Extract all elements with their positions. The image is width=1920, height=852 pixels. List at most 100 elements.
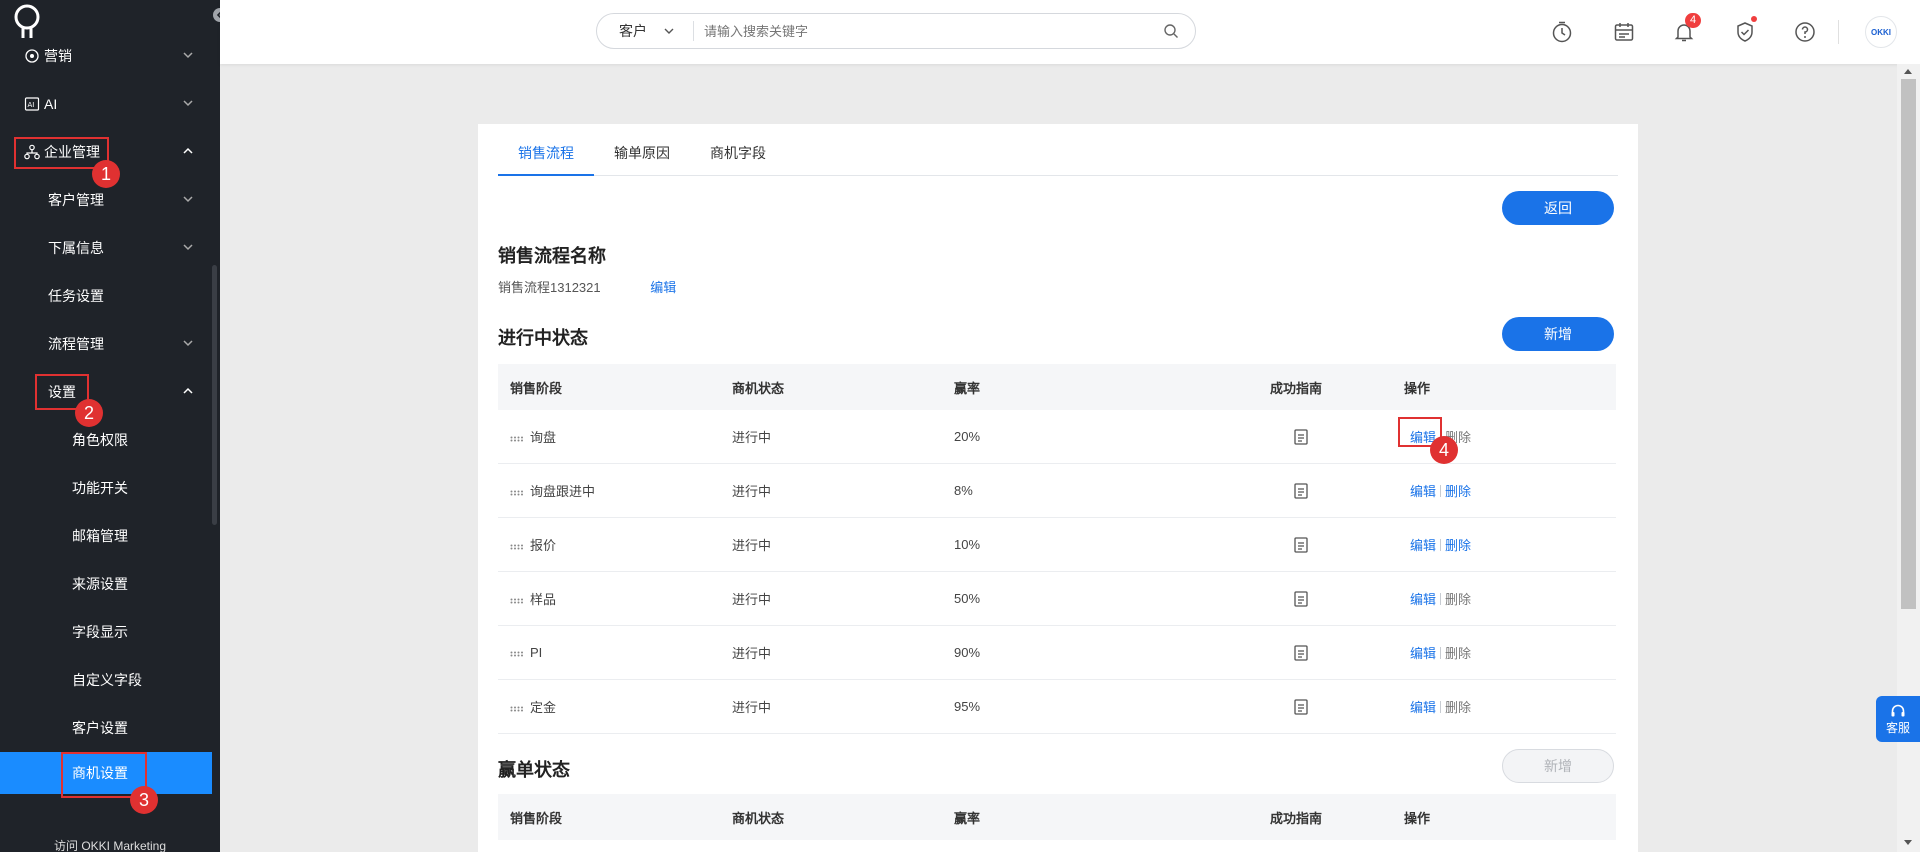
win-rate-cell: 20% [954,429,981,444]
back-button[interactable]: 返回 [1502,191,1614,225]
sidebar-item-custom-fields[interactable]: 自定义字段 [0,656,212,704]
drag-handle-icon[interactable] [510,598,524,604]
sidebar-item-mailbox-management[interactable]: 邮箱管理 [0,512,212,560]
search-category-select[interactable]: 客户 [597,21,693,41]
chevron-down-icon [183,52,193,59]
action-divider [1440,592,1442,605]
delete-link[interactable]: 删除 [1445,481,1471,500]
scrollbar-thumb[interactable] [1901,79,1916,609]
sidebar-item-marketing[interactable]: 营销 [0,32,212,80]
sidebar-item-customer-management[interactable]: 客户管理 [0,176,212,224]
action-divider [1440,538,1442,551]
status-cell: 进行中 [732,646,772,661]
sidebar-link-okki-marketing[interactable]: 访问 OKKI Marketing [0,830,212,852]
scroll-up-arrow-icon[interactable] [1904,69,1912,74]
stage-name: 报价 [530,538,557,553]
stage-name: 询盘 [530,430,557,445]
edit-link[interactable]: 编辑 [1410,535,1436,554]
flow-name-value: 销售流程1312321 [498,280,601,295]
edit-link[interactable]: 编辑 [1410,589,1436,608]
marketing-icon [24,48,40,64]
stage-name: PI [530,645,543,660]
success-guide-icon[interactable] [1294,537,1308,553]
add-stage-button[interactable]: 新增 [1502,317,1614,351]
stage-cell: 询盘 [510,427,556,446]
success-guide-icon[interactable] [1294,591,1308,607]
timer-icon[interactable] [1550,20,1574,44]
sidebar-item-label: 邮箱管理 [72,528,128,544]
row-actions: 编辑 删除 [1410,535,1471,554]
collapse-sidebar-button[interactable] [213,8,220,22]
security-shield-icon[interactable] [1733,20,1757,44]
calendar-icon[interactable] [1612,20,1636,44]
edit-link[interactable]: 编辑 [1410,643,1436,662]
sidebar-item-subordinate-info[interactable]: 下属信息 [0,224,212,272]
stage-name: 样品 [530,592,557,607]
stage-cell: PI [510,645,542,660]
customer-service-button[interactable]: 客服 [1876,696,1920,742]
delete-link[interactable]: 删除 [1445,697,1471,716]
status-cell: 进行中 [732,592,772,607]
delete-link[interactable]: 删除 [1445,535,1471,554]
sidebar-item-label: 角色权限 [72,432,128,448]
success-guide-icon[interactable] [1294,483,1308,499]
sidebar-item-process-management[interactable]: 流程管理 [0,320,212,368]
success-guide-icon[interactable] [1294,699,1308,715]
chevron-down-icon [183,100,193,107]
sidebar-item-label: 任务设置 [48,288,104,304]
sidebar-item-source-settings[interactable]: 来源设置 [0,560,212,608]
header-stage: 销售阶段 [510,380,563,396]
sidebar-item-role-permissions[interactable]: 角色权限 [0,416,212,464]
tab-bar: 销售流程 输单原因 商机字段 [498,141,1618,176]
chevron-down-icon [183,340,193,347]
delete-link[interactable]: 删除 [1445,589,1471,608]
win-rate-cell: 10% [954,537,981,552]
search-input[interactable] [694,23,1163,39]
edit-link[interactable]: 编辑 [1410,697,1436,716]
status-cell: 进行中 [732,430,772,445]
tab-opportunity-fields[interactable]: 商机字段 [690,141,786,176]
sidebar-item-feature-switch[interactable]: 功能开关 [0,464,212,512]
annotation-badge: 4 [1430,436,1458,464]
edit-flow-name-link[interactable]: 编辑 [650,280,676,295]
drag-handle-icon[interactable] [510,436,524,442]
sidebar-item-task-settings[interactable]: 任务设置 [0,272,212,320]
drag-handle-icon[interactable] [510,651,524,657]
row-actions: 编辑 删除 [1410,643,1471,662]
sidebar-item-label: 下属信息 [48,240,104,256]
user-avatar[interactable]: OKKI [1865,16,1897,48]
drag-handle-icon[interactable] [510,490,524,496]
delete-link[interactable]: 删除 [1445,643,1471,662]
edit-link[interactable]: 编辑 [1410,481,1436,500]
sidebar-item-settings[interactable]: 设置 [0,368,212,416]
success-guide-icon[interactable] [1294,645,1308,661]
ai-icon: AI [24,96,40,112]
drag-handle-icon[interactable] [510,706,524,712]
success-guide-icon[interactable] [1294,429,1308,445]
sidebar-item-field-display[interactable]: 字段显示 [0,608,212,656]
action-divider [1440,646,1442,659]
help-icon[interactable] [1793,20,1817,44]
sidebar-item-ai[interactable]: AI AI [0,80,212,128]
table-row: PI 进行中 90% 编辑 删除 [498,626,1616,680]
drag-handle-icon[interactable] [510,544,524,550]
header-success-guide: 成功指南 [1270,810,1323,826]
scroll-down-arrow-icon[interactable] [1904,840,1912,845]
search-icon[interactable] [1163,23,1179,39]
sidebar-item-label: 客户设置 [72,720,128,736]
header-stage: 销售阶段 [510,810,563,826]
header-win-rate: 赢率 [954,810,981,826]
sidebar-scrollbar[interactable] [212,265,217,525]
tab-sales-process[interactable]: 销售流程 [498,141,594,176]
customer-service-label: 客服 [1885,720,1910,735]
table-row: 报价 进行中 10% 编辑 删除 [498,518,1616,572]
chevron-down-icon [183,244,193,251]
sidebar-item-customer-settings[interactable]: 客户设置 [0,704,212,752]
row-actions: 编辑 删除 [1410,481,1471,500]
win-rate-cell: 90% [954,645,981,660]
global-search: 客户 [596,13,1196,49]
notification-count-badge: 4 [1685,13,1702,28]
add-won-stage-button[interactable]: 新增 [1502,749,1614,783]
tab-loss-reasons[interactable]: 输单原因 [594,141,690,176]
stage-cell: 询盘跟进中 [510,481,595,500]
